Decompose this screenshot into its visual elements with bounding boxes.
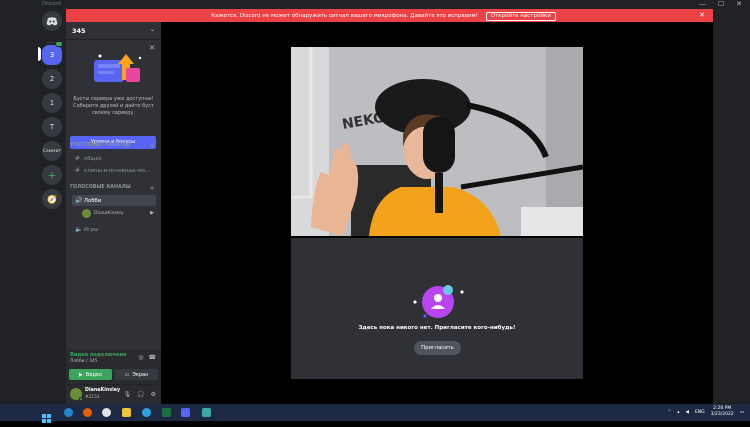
close-window-button[interactable]: ✕ xyxy=(736,0,742,9)
boost-close-icon[interactable]: ✕ xyxy=(149,44,155,52)
user-panel: DianaKinsley #2153 🎙 🎧 ⚙ xyxy=(66,385,161,404)
channel-label: клипы-и-основные-мо... xyxy=(84,167,151,174)
speaker-icon: 🔈 xyxy=(75,226,83,233)
server-header[interactable]: 345 ⌄ xyxy=(66,22,161,40)
video-button[interactable]: ▶ Видео xyxy=(69,369,112,380)
username: DianaKinsley xyxy=(85,388,121,393)
screen-icon: ▭ xyxy=(124,371,130,378)
windows-taskbar: ⌃ ▴ ◀ ENG 2:28 PM 3/23/2022 ▭ xyxy=(0,404,750,423)
explore-servers-icon[interactable]: 🧭 xyxy=(42,189,62,209)
clock-date: 3/23/2022 xyxy=(710,412,734,417)
title-bar: Discord — ☐ ✕ xyxy=(0,0,750,9)
hash-icon: # xyxy=(75,155,81,162)
channel-label: Игры xyxy=(84,226,99,233)
camera-icon: ▶ xyxy=(150,210,154,216)
microphone-icon[interactable]: 🎙 xyxy=(124,391,132,398)
server-3[interactable]: 3 xyxy=(42,45,62,65)
avatar xyxy=(82,209,91,218)
voice-status: Видео подключено xyxy=(70,352,127,358)
edge-icon[interactable] xyxy=(64,408,73,417)
video-stage: NEKO Здесь пока никого нет. Пригласите к… xyxy=(161,22,713,404)
server-t[interactable]: T xyxy=(42,117,62,137)
empty-stage-text: Здесь пока никого нет. Пригласите кого-н… xyxy=(358,325,516,331)
channel-label: Лобби xyxy=(84,197,102,204)
server-2[interactable]: 2 xyxy=(42,69,62,89)
screen-share-button[interactable]: ▭ Экран xyxy=(115,369,158,380)
file-explorer-icon[interactable] xyxy=(122,408,131,417)
chevron-down-icon: ⌄ xyxy=(149,26,155,33)
channel-clips[interactable]: # клипы-и-основные-мо... xyxy=(72,165,156,176)
screen-button-label: Экран xyxy=(132,371,149,378)
channel-sidebar: 345 ⌄ ✕ Бусты сервера уже доступны! Собе… xyxy=(66,22,161,382)
gear-icon[interactable]: ⚙ xyxy=(151,391,156,398)
category-label: ТЕКСТОВЫЕ КАНАЛЫ xyxy=(70,143,130,148)
clock[interactable]: 2:28 PM 3/23/2022 xyxy=(711,406,734,418)
windows-start-icon[interactable] xyxy=(42,408,51,423)
add-channel-icon[interactable]: + xyxy=(149,184,155,192)
banner-close-icon[interactable]: ✕ xyxy=(699,11,705,19)
hash-icon: # xyxy=(75,167,81,174)
voice-connection-panel: Видео подключено Лобби / 345 ◎ ☎ ▶ Видео… xyxy=(66,349,161,385)
voice-channel-lobby[interactable]: 🔊 Лобби xyxy=(72,195,156,206)
discord-taskbar-icon[interactable] xyxy=(181,408,190,417)
invite-illustration xyxy=(413,285,464,318)
maximize-button[interactable]: ☐ xyxy=(718,0,724,9)
server-rail: 3 2 1 T Саммит + 🧭 xyxy=(38,9,66,404)
chevron-up-icon[interactable]: ⌃ xyxy=(667,410,671,415)
chrome-icon[interactable] xyxy=(102,408,111,417)
boost-text: Бусты сервера уже доступны! Соберите дру… xyxy=(73,96,154,116)
boost-illustration xyxy=(94,54,142,82)
category-label: ГОЛОСОВЫЕ КАНАЛЫ xyxy=(70,185,131,190)
notifications-icon[interactable]: ▭ xyxy=(740,410,744,415)
discord-window: Discord — ☐ ✕ 3 2 1 T Саммит + 🧭 Кажется… xyxy=(0,0,750,423)
server-name: 345 xyxy=(72,27,86,35)
excel-icon[interactable] xyxy=(162,408,171,417)
headphones-icon[interactable]: 🎧 xyxy=(137,391,144,398)
voice-channel-games[interactable]: 🔈 Игры xyxy=(72,224,156,235)
member-name: DianaKinsley xyxy=(94,211,124,216)
disconnect-icon[interactable]: ☎ xyxy=(149,354,156,361)
server-badge xyxy=(55,41,63,47)
home-button[interactable] xyxy=(42,11,62,31)
language-indicator[interactable]: ENG xyxy=(695,410,705,415)
system-tray: ⌃ ▴ ◀ ENG 2:28 PM 3/23/2022 ▭ xyxy=(667,406,744,418)
server-summit[interactable]: Саммит xyxy=(42,141,62,161)
user-tag: #2153 xyxy=(85,395,100,400)
video-button-label: Видео xyxy=(85,371,103,378)
add-channel-icon[interactable]: + xyxy=(149,142,155,150)
boost-card: ✕ Бусты сервера уже доступны! Соберите д… xyxy=(66,40,161,155)
app-name: Discord xyxy=(42,1,61,7)
voice-channels-category[interactable]: ГОЛОСОВЫЕ КАНАЛЫ + xyxy=(70,184,157,194)
webcam-feed: NEKO xyxy=(291,47,583,236)
minimize-button[interactable]: — xyxy=(699,0,706,9)
text-channels-category[interactable]: ТЕКСТОВЫЕ КАНАЛЫ + xyxy=(70,142,157,152)
speaker-icon: 🔊 xyxy=(75,197,83,204)
voice-subtitle[interactable]: Лобби / 345 xyxy=(70,359,98,364)
empty-video-tile: Здесь пока никого нет. Пригласите кого-н… xyxy=(291,238,583,379)
telegram-icon[interactable] xyxy=(142,408,151,417)
channel-label: общее xyxy=(84,155,103,162)
banner-message: Кажется, Discord не может обнаружить сиг… xyxy=(211,13,478,19)
mic-warning-banner: Кажется, Discord не может обнаружить сиг… xyxy=(66,9,713,22)
firefox-icon[interactable] xyxy=(83,408,92,417)
network-icon[interactable]: ▴ xyxy=(677,410,679,415)
server-1[interactable]: 1 xyxy=(42,93,62,113)
open-settings-button[interactable]: Откройте настройки xyxy=(485,12,556,21)
camera-video-tile[interactable]: NEKO xyxy=(291,47,583,236)
video-camera-icon: ▶ xyxy=(78,371,83,378)
app-icon[interactable] xyxy=(202,408,211,417)
volume-icon[interactable]: ◀ xyxy=(685,410,688,415)
add-server-button[interactable]: + xyxy=(42,165,62,185)
active-server-indicator xyxy=(38,47,41,61)
discord-logo-icon xyxy=(46,16,58,25)
channel-general[interactable]: # общее xyxy=(72,153,156,164)
invite-button[interactable]: Пригласить xyxy=(414,341,461,355)
voice-member[interactable]: DianaKinsley ▶ xyxy=(82,208,156,219)
noise-suppression-icon[interactable]: ◎ xyxy=(138,354,143,361)
window-controls: — ☐ ✕ xyxy=(699,0,742,9)
online-status-icon xyxy=(79,397,83,401)
